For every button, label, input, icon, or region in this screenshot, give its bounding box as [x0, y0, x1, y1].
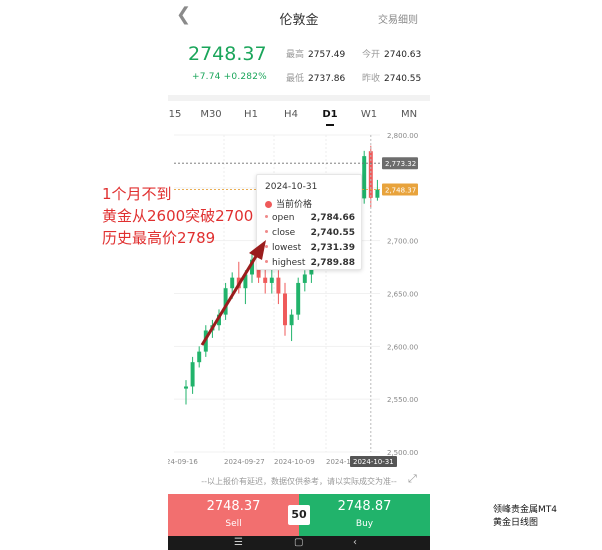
- candle-body: [362, 156, 367, 199]
- candle-body: [375, 189, 380, 198]
- tooltip-row-close: close 2,740.55: [265, 228, 357, 238]
- app-header: ❮ 伦敦金 交易细则: [168, 0, 430, 32]
- system-nav-bar: ☰ ▢ ‹: [168, 536, 430, 550]
- tab-h4[interactable]: H4: [276, 109, 306, 120]
- buy-button[interactable]: 2748.87 Buy: [299, 494, 430, 536]
- candle-body: [269, 277, 274, 283]
- candle-body: [203, 330, 208, 352]
- tooltip-date: 2024-10-31: [265, 182, 318, 192]
- candle-body: [184, 386, 188, 389]
- candle-body: [210, 325, 215, 331]
- x-tick-label: 2024-10-09: [274, 458, 315, 466]
- stat-open: 今开 2740.63: [362, 50, 422, 60]
- current-dot-icon: [265, 201, 272, 208]
- price-disclaimer: --以上报价有延迟，数据仅供参考，请以实际成交为准--: [201, 477, 397, 486]
- candle-body: [283, 293, 287, 326]
- candle-body: [223, 288, 228, 315]
- y-tick-label: 2,600.00: [387, 343, 418, 351]
- y-tick-label: 2,800.00: [387, 132, 418, 140]
- stat-high: 最高 2757.49: [286, 50, 346, 60]
- change-value: +7.74: [192, 72, 221, 82]
- candle-body: [197, 351, 202, 363]
- home-icon[interactable]: ▢: [294, 537, 303, 548]
- expand-icon[interactable]: ⤢: [408, 472, 417, 486]
- change-percent: +0.282%: [223, 72, 267, 82]
- annotation-text: 1个月不到 黄金从2600突破2700 历史最高价2789: [102, 183, 253, 249]
- tab-15[interactable]: 15: [168, 109, 190, 120]
- price-tag-label: 2,748.37: [385, 187, 416, 195]
- y-tick-label: 2,550.00: [387, 396, 418, 404]
- bullet-icon: [265, 260, 268, 263]
- price-change: +7.74 +0.282%: [192, 72, 267, 82]
- y-tick-label: 2,700.00: [387, 238, 418, 246]
- mobile-app: ❮ 伦敦金 交易细则 2748.37 +7.74 +0.282% 最高 2757.…: [168, 0, 430, 550]
- sell-label: Sell: [225, 519, 242, 529]
- current-price: 2748.37: [188, 43, 267, 65]
- stat-low: 最低 2737.86: [286, 74, 346, 84]
- section-divider: [168, 95, 430, 101]
- spread-badge: 50: [288, 505, 310, 525]
- tooltip-row-highest: highest 2,789.88: [265, 258, 357, 268]
- candle-body: [296, 282, 301, 315]
- screenshot-stage: ❮ 伦敦金 交易细则 2748.37 +7.74 +0.282% 最高 2757.…: [0, 0, 602, 550]
- ohlc-tooltip: 2024-10-31 当前价格 open 2,784.66 close 2,740.…: [256, 174, 362, 270]
- tab-h1[interactable]: H1: [236, 109, 266, 120]
- candle-body: [236, 277, 241, 289]
- x-tick-label-selected: 2024-10-31: [353, 458, 394, 466]
- candle-body: [302, 274, 307, 283]
- candle-body: [243, 274, 248, 289]
- trading-rules-link[interactable]: 交易细则: [378, 11, 418, 26]
- candle-body: [368, 151, 373, 198]
- candle-body: [190, 362, 195, 387]
- tab-d1[interactable]: D1: [315, 109, 345, 126]
- annotation-line: 1个月不到: [102, 185, 172, 203]
- back-icon[interactable]: ‹: [353, 537, 357, 548]
- x-tick-label: 24-09-16: [168, 458, 198, 466]
- candle-body: [250, 259, 254, 275]
- tooltip-current: 当前价格: [265, 197, 312, 210]
- trade-bar: 2748.37 Sell 2748.87 Buy 50: [168, 494, 430, 536]
- price-tag-label: 2,773.32: [385, 160, 416, 168]
- candle-body: [230, 277, 235, 289]
- tooltip-row-open: open 2,784.66: [265, 213, 357, 223]
- candle-body: [289, 314, 294, 326]
- bullet-icon: [265, 215, 268, 218]
- bullet-icon: [265, 230, 268, 233]
- y-tick-label: 2,650.00: [387, 291, 418, 299]
- bullet-icon: [265, 245, 268, 248]
- tab-mn[interactable]: MN: [394, 109, 424, 120]
- tooltip-row-lowest: lowest 2,731.39: [265, 243, 357, 253]
- source-caption: 领峰贵金属MT4 黄金日线图: [493, 504, 557, 530]
- candle-body: [263, 277, 268, 283]
- x-tick-label: 2024-09-27: [224, 458, 265, 466]
- caption-line: 黄金日线图: [493, 518, 539, 528]
- quote-panel: 2748.37 +7.74 +0.282% 最高 2757.49 今开 2740.6…: [168, 38, 430, 90]
- candle-body: [217, 314, 221, 326]
- buy-price: 2748.87: [337, 499, 392, 514]
- candle-body: [276, 277, 281, 294]
- annotation-line: 历史最高价2789: [102, 229, 216, 247]
- annotation-line: 黄金从2600突破2700: [102, 207, 254, 225]
- tab-w1[interactable]: W1: [354, 109, 384, 120]
- buy-label: Buy: [355, 519, 374, 529]
- timeframe-tabs: 15 M30 H1 H4 D1 W1 MN: [168, 106, 430, 126]
- sell-price: 2748.37: [206, 499, 261, 514]
- stat-prev-close: 昨收 2740.55: [362, 74, 422, 84]
- menu-icon[interactable]: ☰: [234, 537, 243, 548]
- sell-button[interactable]: 2748.37 Sell: [168, 494, 299, 536]
- y-tick-label: 2,500.00: [387, 449, 418, 457]
- tab-m30[interactable]: M30: [196, 109, 226, 120]
- caption-line: 领峰贵金属MT4: [493, 505, 557, 515]
